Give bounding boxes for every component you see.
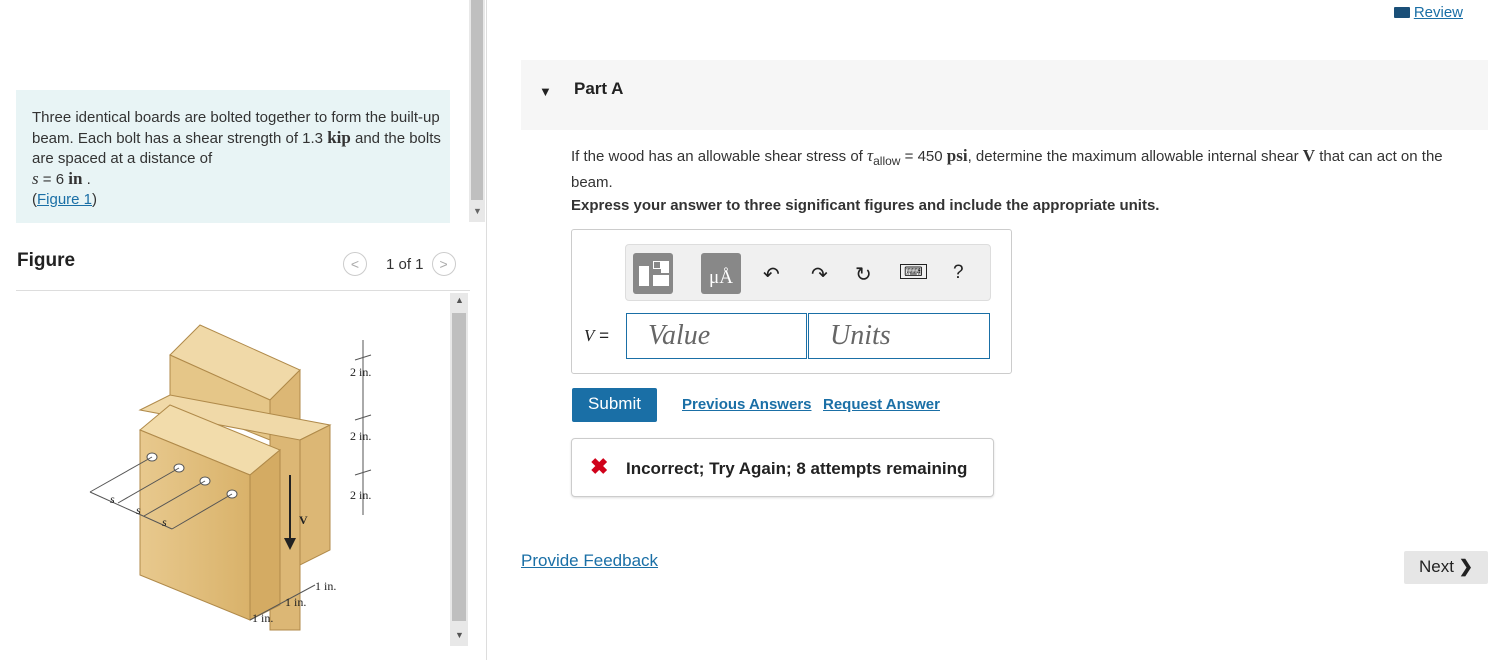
feedback-box: ✖ Incorrect; Try Again; 8 attempts remai… (571, 438, 994, 497)
spacing-label: s (110, 492, 115, 506)
scroll-down-icon[interactable]: ▼ (455, 630, 464, 640)
figure-link[interactable]: Figure 1 (37, 191, 92, 208)
part-header[interactable]: ▼ Part A (521, 60, 1488, 130)
redo-icon[interactable]: ↷ (811, 262, 828, 287)
problem-statement: Three identical boards are bolted togeth… (16, 90, 450, 223)
part-label: Part A (574, 79, 624, 98)
feedback-message: Incorrect; Try Again; 8 attempts remaini… (626, 459, 968, 478)
reset-icon[interactable]: ↻ (855, 262, 872, 287)
chevron-left-icon: < (350, 256, 360, 272)
keyboard-icon[interactable]: ⌨ (900, 264, 927, 279)
scroll-down-icon[interactable]: ▼ (473, 206, 482, 216)
dim-label: 1 in. (285, 595, 306, 609)
next-button[interactable]: Next ❯ (1404, 551, 1488, 584)
divider (16, 290, 470, 291)
book-icon (1393, 7, 1410, 18)
dim-label: 1 in. (315, 579, 336, 593)
scrollbar-thumb[interactable] (452, 313, 466, 621)
dim-label: 2 in. (350, 429, 371, 443)
dim-label: 1 in. (252, 611, 273, 625)
problem-scrollbar[interactable]: ▼ (469, 0, 485, 222)
problem-text: Three identical boards are bolted togeth… (32, 109, 441, 208)
review-link[interactable]: Review (1393, 4, 1463, 21)
figure-title: Figure (17, 250, 76, 271)
math-toolbar: μÅ ↶ ↷ ↻ ⌨ ? (625, 244, 991, 301)
spacing-label: s (162, 515, 167, 529)
board-side (299, 424, 331, 566)
variable-label: V = (584, 326, 610, 345)
scrollbar-thumb[interactable] (471, 0, 483, 200)
beam-figure: 2 in. 2 in. 2 in. 1 in. 1 in. 1 in. V s … (89, 324, 371, 631)
provide-feedback-link[interactable]: Provide Feedback (521, 551, 658, 571)
next-figure-button[interactable]: > (431, 252, 456, 276)
instruction-text: Express your answer to three significant… (571, 197, 1160, 214)
panel-divider (486, 0, 487, 660)
units-input[interactable]: Units (808, 313, 990, 359)
chevron-right-icon: > (439, 256, 448, 272)
units-button[interactable]: μÅ (701, 253, 741, 294)
value-input[interactable]: Value (626, 313, 807, 359)
scroll-up-icon[interactable]: ▲ (455, 295, 464, 305)
previous-answers-link[interactable]: Previous Answers (682, 396, 812, 413)
submit-button[interactable]: Submit (572, 388, 657, 422)
request-answer-link[interactable]: Request Answer (823, 396, 940, 413)
spacing-label: s (136, 503, 141, 517)
undo-icon[interactable]: ↶ (763, 262, 780, 287)
board-side (249, 448, 281, 621)
figure-pager: < 1 of 1 > (343, 252, 456, 276)
question-text: If the wood has an allowable shear stres… (571, 146, 1443, 191)
chevron-right-icon: ❯ (1458, 557, 1473, 576)
dim-label: 2 in. (350, 365, 371, 379)
shear-label: V (299, 513, 308, 527)
prev-figure-button[interactable]: < (343, 252, 367, 276)
help-icon[interactable]: ? (953, 262, 964, 284)
dim-label: 2 in. (350, 488, 371, 502)
collapse-triangle-icon[interactable]: ▼ (539, 84, 552, 99)
template-button[interactable] (633, 253, 673, 294)
error-x-icon: ✖ (590, 454, 609, 479)
pager-label: 1 of 1 (386, 255, 424, 273)
figure-scrollbar[interactable]: ▲ ▼ (450, 293, 468, 646)
